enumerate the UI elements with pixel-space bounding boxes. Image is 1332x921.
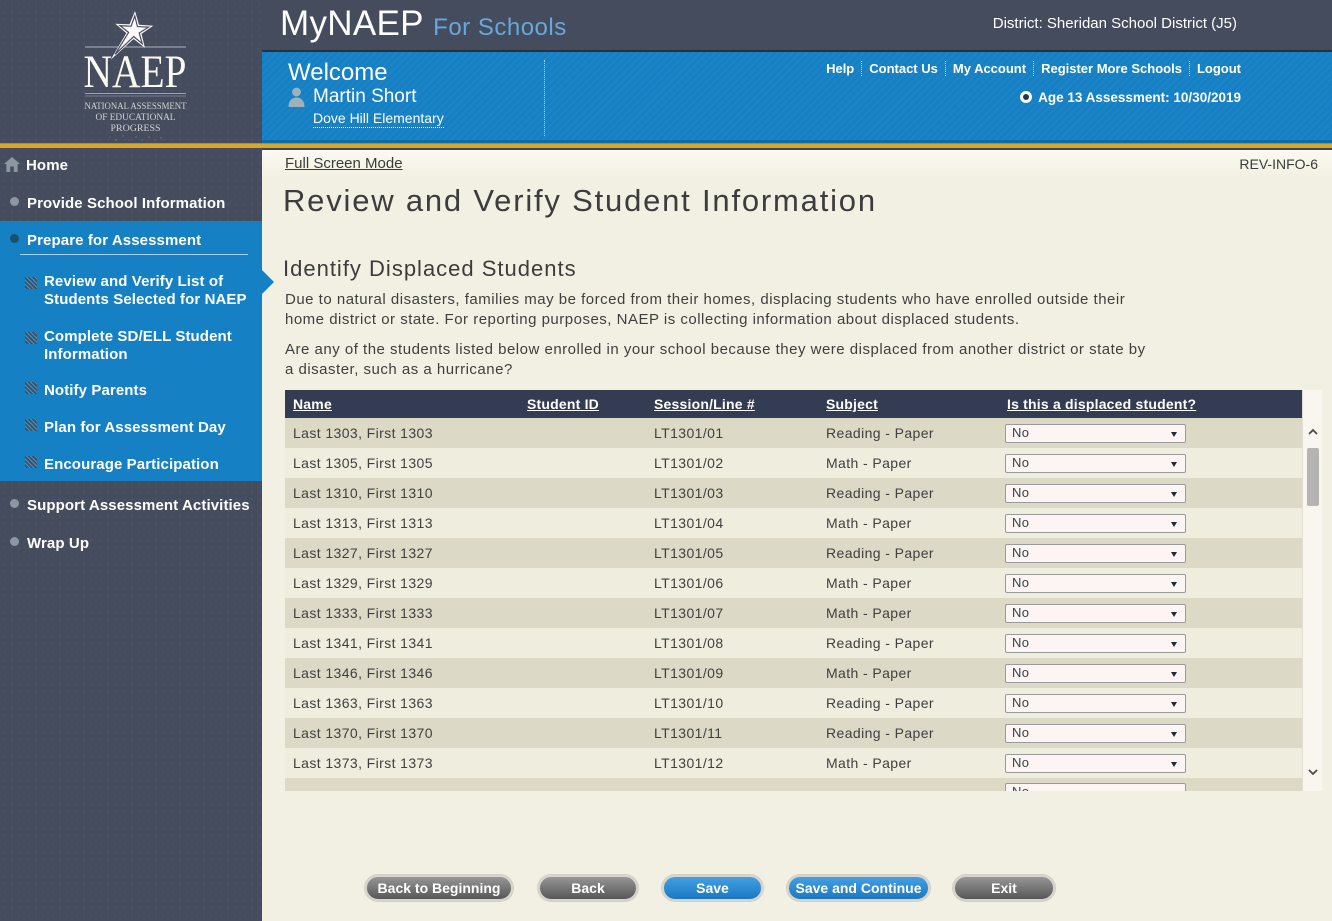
svg-text:PROGRESS: PROGRESS [111,124,161,134]
svg-text:NATIONAL ASSESSMENT: NATIONAL ASSESSMENT [85,102,187,112]
svg-text:OF EDUCATIONAL: OF EDUCATIONAL [96,113,176,123]
svg-text:NAEP: NAEP [84,46,187,98]
